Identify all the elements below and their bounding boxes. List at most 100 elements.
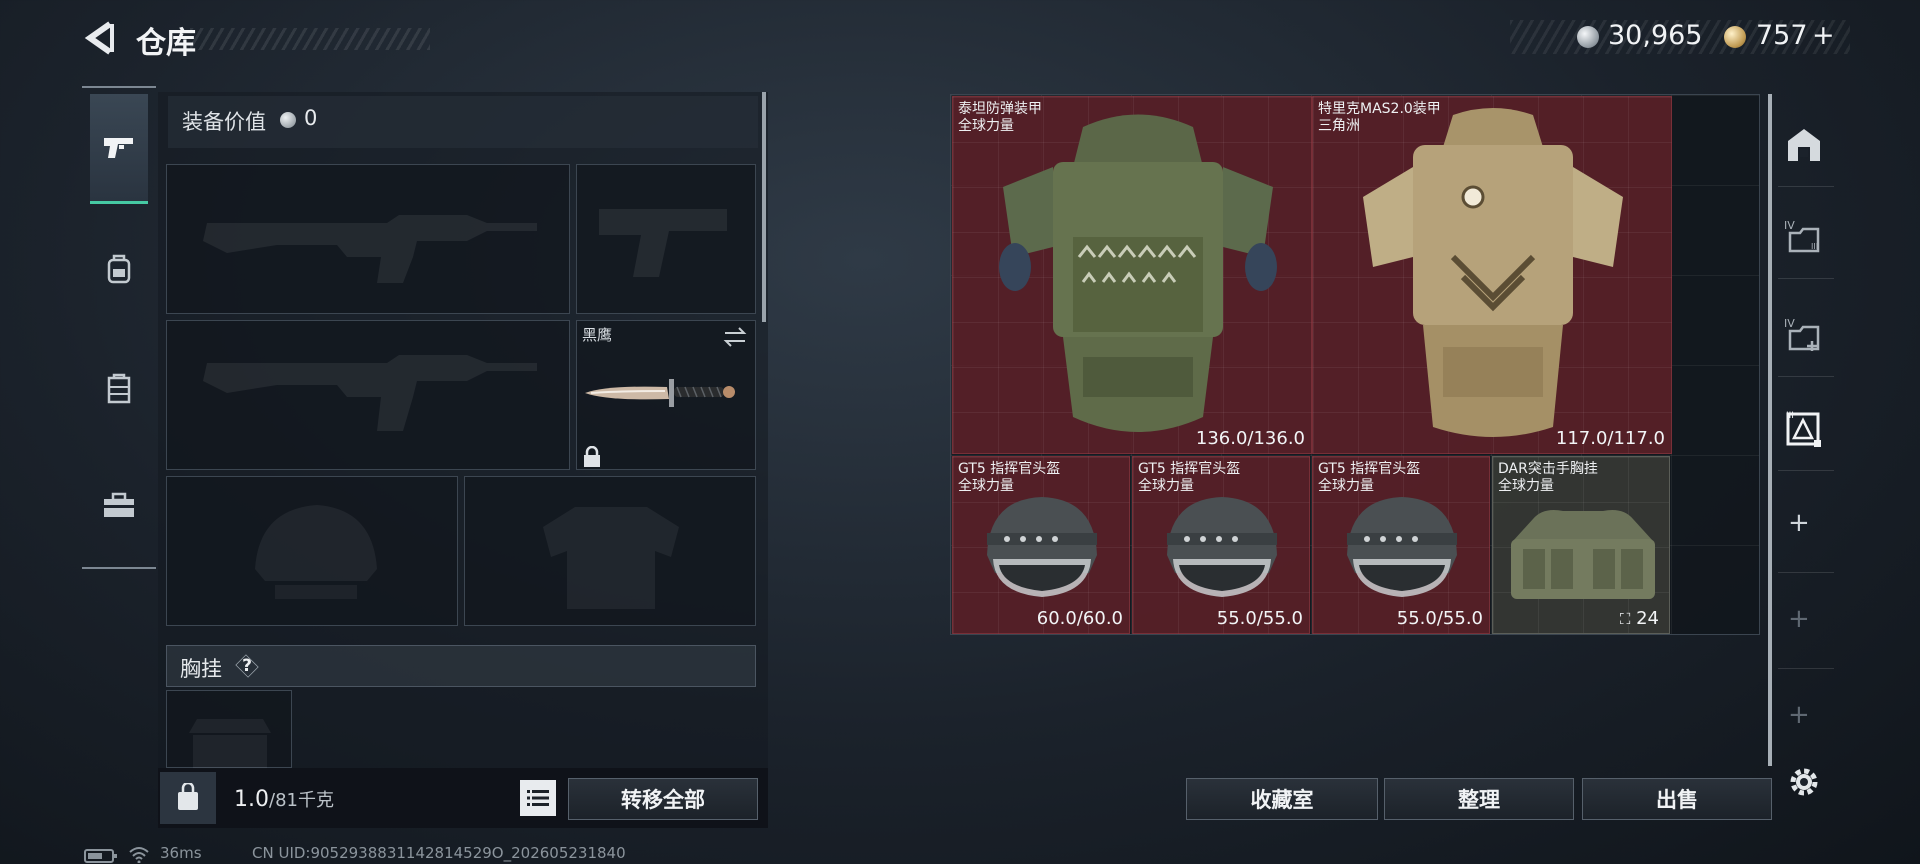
folder-add-icon: IV	[1784, 317, 1820, 351]
silver-coin-icon	[280, 112, 296, 128]
swap-button[interactable]	[722, 326, 748, 352]
list-icon	[527, 790, 549, 806]
item-source: 全球力量	[1498, 478, 1554, 494]
helmet-slot[interactable]	[166, 476, 458, 626]
rifle-silhouette-icon	[203, 215, 537, 283]
item-durability: 136.0/136.0	[1195, 428, 1305, 449]
nav-frame-bottom	[82, 567, 156, 569]
add-storage-button[interactable]: +	[1788, 508, 1810, 538]
item-durability: 117.0/117.0	[1555, 428, 1665, 449]
collection-room-button[interactable]: 收藏室	[1186, 778, 1378, 820]
body-armor-icon	[1363, 108, 1623, 437]
uid-readout: CN UID:9052938831142814529O_202605231840	[252, 844, 626, 862]
battery-icon	[84, 848, 118, 864]
rail-tab-armory[interactable]: III	[1782, 406, 1826, 450]
helmet-icon	[1167, 497, 1277, 597]
item-name: GT5 指挥官头盔	[1318, 461, 1421, 477]
sell-button[interactable]: 出售	[1582, 778, 1772, 820]
swap-icon	[723, 327, 747, 347]
rail-divider	[1778, 376, 1834, 377]
storage-item[interactable]: GT5 指挥官头盔 全球力量 55.0/55.0	[1132, 456, 1310, 634]
item-source: 全球力量	[1138, 478, 1194, 494]
weight-value: 1.0	[234, 787, 269, 812]
weight-readout: 1.0/81千克	[234, 786, 334, 812]
equipment-value-label: 装备价值	[182, 110, 266, 134]
svg-text:III: III	[1786, 411, 1794, 421]
gold-coin-icon	[1724, 26, 1746, 48]
list-view-button[interactable]	[520, 780, 556, 816]
add-storage-button-disabled: +	[1788, 604, 1810, 634]
item-name-block: GT5 指挥官头盔 全球力量	[958, 461, 1060, 495]
rail-tab-storage-3[interactable]: IV III	[1782, 214, 1826, 258]
primary-weapon-slot[interactable]	[166, 164, 570, 314]
weight-max: /81千克	[269, 790, 334, 811]
chest-rig-icon	[107, 373, 131, 404]
transfer-all-button[interactable]: 转移全部	[568, 778, 758, 820]
nav-tab-backpack[interactable]	[90, 240, 148, 298]
settings-button[interactable]	[1782, 760, 1826, 804]
pistol-silhouette-icon	[599, 209, 727, 277]
item-name: DAR突击手胸挂	[1498, 461, 1598, 477]
storage-item[interactable]: 泰坦防弹装甲 全球力量 136.0/136.0	[952, 96, 1312, 454]
rail-divider	[1778, 470, 1834, 471]
backpack-icon	[107, 254, 131, 284]
rail-divider	[1778, 278, 1834, 279]
equipment-value: 0	[304, 106, 318, 130]
item-capacity: ⛶ 24	[1620, 608, 1659, 629]
equipment-scrollbar[interactable]	[762, 92, 766, 322]
svg-text:III: III	[1811, 242, 1818, 251]
storage-item[interactable]: GT5 指挥官头盔 全球力量 60.0/60.0	[952, 456, 1130, 634]
pistol-icon	[104, 137, 133, 158]
storage-item[interactable]: 特里克MAS2.0装甲 三角洲 117.0/117.0	[1312, 96, 1672, 454]
nav-tab-toolbox[interactable]	[90, 476, 148, 534]
sort-button[interactable]: 整理	[1384, 778, 1574, 820]
item-name-block: GT5 指挥官头盔 全球力量	[1318, 461, 1420, 495]
back-arrow-icon	[84, 21, 114, 55]
item-durability: 55.0/55.0	[1216, 608, 1303, 629]
storage-item[interactable]: DAR突击手胸挂 全球力量 ⛶ 24	[1492, 456, 1670, 634]
item-durability: 55.0/55.0	[1396, 608, 1483, 629]
helmet-icon	[987, 497, 1097, 597]
weight-icon	[160, 772, 216, 824]
rifle-silhouette-icon	[203, 355, 537, 431]
title-stripe-decoration	[190, 28, 430, 50]
nav-tab-chest-rig[interactable]	[90, 360, 148, 418]
nav-frame-top	[82, 86, 156, 88]
silver-coin-icon	[1577, 26, 1599, 48]
storage-item[interactable]: GT5 指挥官头盔 全球力量 55.0/55.0	[1312, 456, 1490, 634]
svg-text:IV: IV	[1784, 219, 1795, 232]
item-capacity-value: 24	[1636, 608, 1659, 629]
armor-silhouette-icon	[543, 507, 679, 609]
body-armor-slot[interactable]	[464, 476, 756, 626]
helmet-silhouette-icon	[255, 505, 377, 599]
page-title: 仓库	[136, 26, 196, 61]
help-button[interactable]: ?	[232, 653, 262, 679]
chest-rig-icon	[1511, 510, 1655, 599]
rail-tab-safehouse[interactable]	[1782, 122, 1826, 166]
item-source: 全球力量	[1318, 478, 1374, 494]
rail-tab-storage-add[interactable]: IV	[1782, 312, 1826, 356]
add-storage-button-disabled: +	[1788, 700, 1810, 730]
sidearm-slot[interactable]	[576, 164, 756, 314]
capacity-icon: ⛶	[1619, 610, 1631, 628]
storage-scrollbar[interactable]	[1768, 94, 1772, 766]
add-gold-button[interactable]: +	[1812, 20, 1835, 51]
rail-divider	[1778, 186, 1834, 187]
wifi-icon	[128, 845, 150, 864]
safehouse-icon	[1788, 129, 1820, 161]
knife-name: 黑鹰	[582, 326, 613, 344]
item-source: 全球力量	[958, 478, 1014, 494]
secondary-weapon-slot[interactable]	[166, 320, 570, 470]
gear-icon	[1790, 768, 1818, 796]
toolbox-icon	[104, 492, 134, 517]
lock-icon	[582, 445, 602, 472]
folder-iii-icon: IV III	[1784, 219, 1820, 253]
back-button[interactable]	[80, 18, 120, 58]
rail-divider	[1778, 668, 1834, 669]
gold-amount: 757	[1756, 20, 1808, 51]
body-armor-icon	[999, 114, 1277, 432]
armory-icon: III	[1786, 411, 1821, 447]
nav-tab-weapons[interactable]	[90, 94, 148, 204]
chest-rig-slot[interactable]	[166, 690, 292, 769]
item-durability: 60.0/60.0	[1036, 608, 1123, 629]
